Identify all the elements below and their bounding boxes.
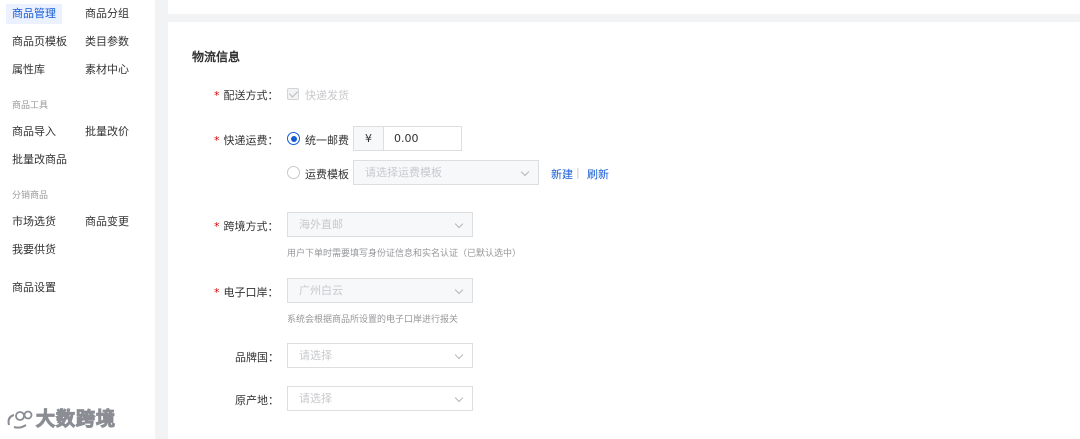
unified-freight-radio[interactable] <box>287 132 300 145</box>
express-option-label: 快递发货 <box>305 89 349 102</box>
sidebar-item-supply[interactable]: 我要供货 <box>12 240 56 260</box>
watermark-text: 大数跨境 <box>35 408 117 431</box>
chevron-down-icon <box>454 219 464 229</box>
section-title: 物流信息 <box>192 50 241 64</box>
sidebar-item-import[interactable]: 商品导入 <box>12 122 56 142</box>
sidebar-group-distribution: 分销商品 <box>12 191 49 201</box>
template-freight-radio[interactable] <box>287 166 300 179</box>
sidebar: 商品管理 商品分组 商品页模板 类目参数 属性库 素材中心 商品工具 商品导入 … <box>0 0 155 439</box>
delivery-label: * 配送方式： <box>214 87 279 103</box>
brand-country-select[interactable]: 请选择 <box>287 343 473 368</box>
sidebar-group-product-tools: 商品工具 <box>12 101 49 111</box>
sidebar-item-market-sourcing[interactable]: 市场选货 <box>12 212 56 232</box>
eport-select[interactable]: 广州白云 <box>287 278 473 303</box>
sidebar-item-product-management[interactable]: 商品管理 <box>6 4 62 24</box>
required-mark: * <box>214 134 220 147</box>
sidebar-item-bulk-edit[interactable]: 批量改商品 <box>12 150 67 170</box>
logo-icon <box>7 410 33 429</box>
top-panel <box>168 0 1080 14</box>
chevron-down-icon <box>454 285 464 295</box>
delivery-label-text: 配送方式： <box>223 89 279 102</box>
express-checkbox[interactable] <box>287 88 299 100</box>
required-mark: * <box>214 220 220 233</box>
freight-label: * 快递运费： <box>214 132 279 148</box>
crossborder-label: * 跨境方式： <box>214 218 279 234</box>
freight-label-text: 快递运费： <box>223 134 279 147</box>
freight-template-select[interactable]: 请选择运费模板 <box>353 160 539 185</box>
chevron-down-icon <box>454 350 464 360</box>
origin-label: 原产地： <box>235 394 279 407</box>
sidebar-item-category-params[interactable]: 类目参数 <box>85 32 129 52</box>
new-template-link[interactable]: 新建 <box>551 166 573 182</box>
eport-hint: 系统会根据商品所设置的电子口岸进行报关 <box>287 315 459 325</box>
freight-amount-value: 0.00 <box>394 132 419 145</box>
sidebar-item-product-settings[interactable]: 商品设置 <box>12 278 56 298</box>
origin-placeholder: 请选择 <box>299 392 332 405</box>
freight-template-placeholder: 请选择运费模板 <box>365 166 442 179</box>
sidebar-item-media-center[interactable]: 素材中心 <box>85 60 129 80</box>
crossborder-select[interactable]: 海外直邮 <box>287 212 473 237</box>
required-mark: * <box>214 89 220 102</box>
sidebar-item-bulk-price[interactable]: 批量改价 <box>85 122 129 142</box>
chevron-down-icon <box>454 393 464 403</box>
unified-freight-label: 统一邮费 <box>305 134 349 147</box>
chevron-down-icon <box>520 167 530 177</box>
sidebar-item-product-groups[interactable]: 商品分组 <box>85 4 129 24</box>
required-mark: * <box>214 286 220 299</box>
eport-label: * 电子口岸： <box>214 284 279 300</box>
template-freight-label: 运费模板 <box>305 168 349 181</box>
currency-prefix: ¥ <box>354 127 384 150</box>
sidebar-item-product-changes[interactable]: 商品变更 <box>85 212 129 232</box>
sidebar-item-page-templates[interactable]: 商品页模板 <box>12 32 67 52</box>
crossborder-label-text: 跨境方式： <box>223 220 279 233</box>
crossborder-hint: 用户下单时需要填写身份证信息和实名认证（已默认选中） <box>287 249 522 259</box>
freight-amount-input[interactable]: ¥ 0.00 <box>353 126 462 151</box>
crossborder-value: 海外直邮 <box>299 218 343 231</box>
brand-country-placeholder: 请选择 <box>299 349 332 362</box>
brand-country-label: 品牌国： <box>235 351 279 364</box>
eport-value: 广州白云 <box>299 284 343 297</box>
origin-select[interactable]: 请选择 <box>287 386 473 411</box>
eport-label-text: 电子口岸： <box>223 286 279 299</box>
link-divider: | <box>576 166 580 179</box>
refresh-link[interactable]: 刷新 <box>587 166 609 182</box>
watermark-logo: 大数跨境 <box>6 404 116 431</box>
sidebar-item-attributes[interactable]: 属性库 <box>12 60 45 80</box>
